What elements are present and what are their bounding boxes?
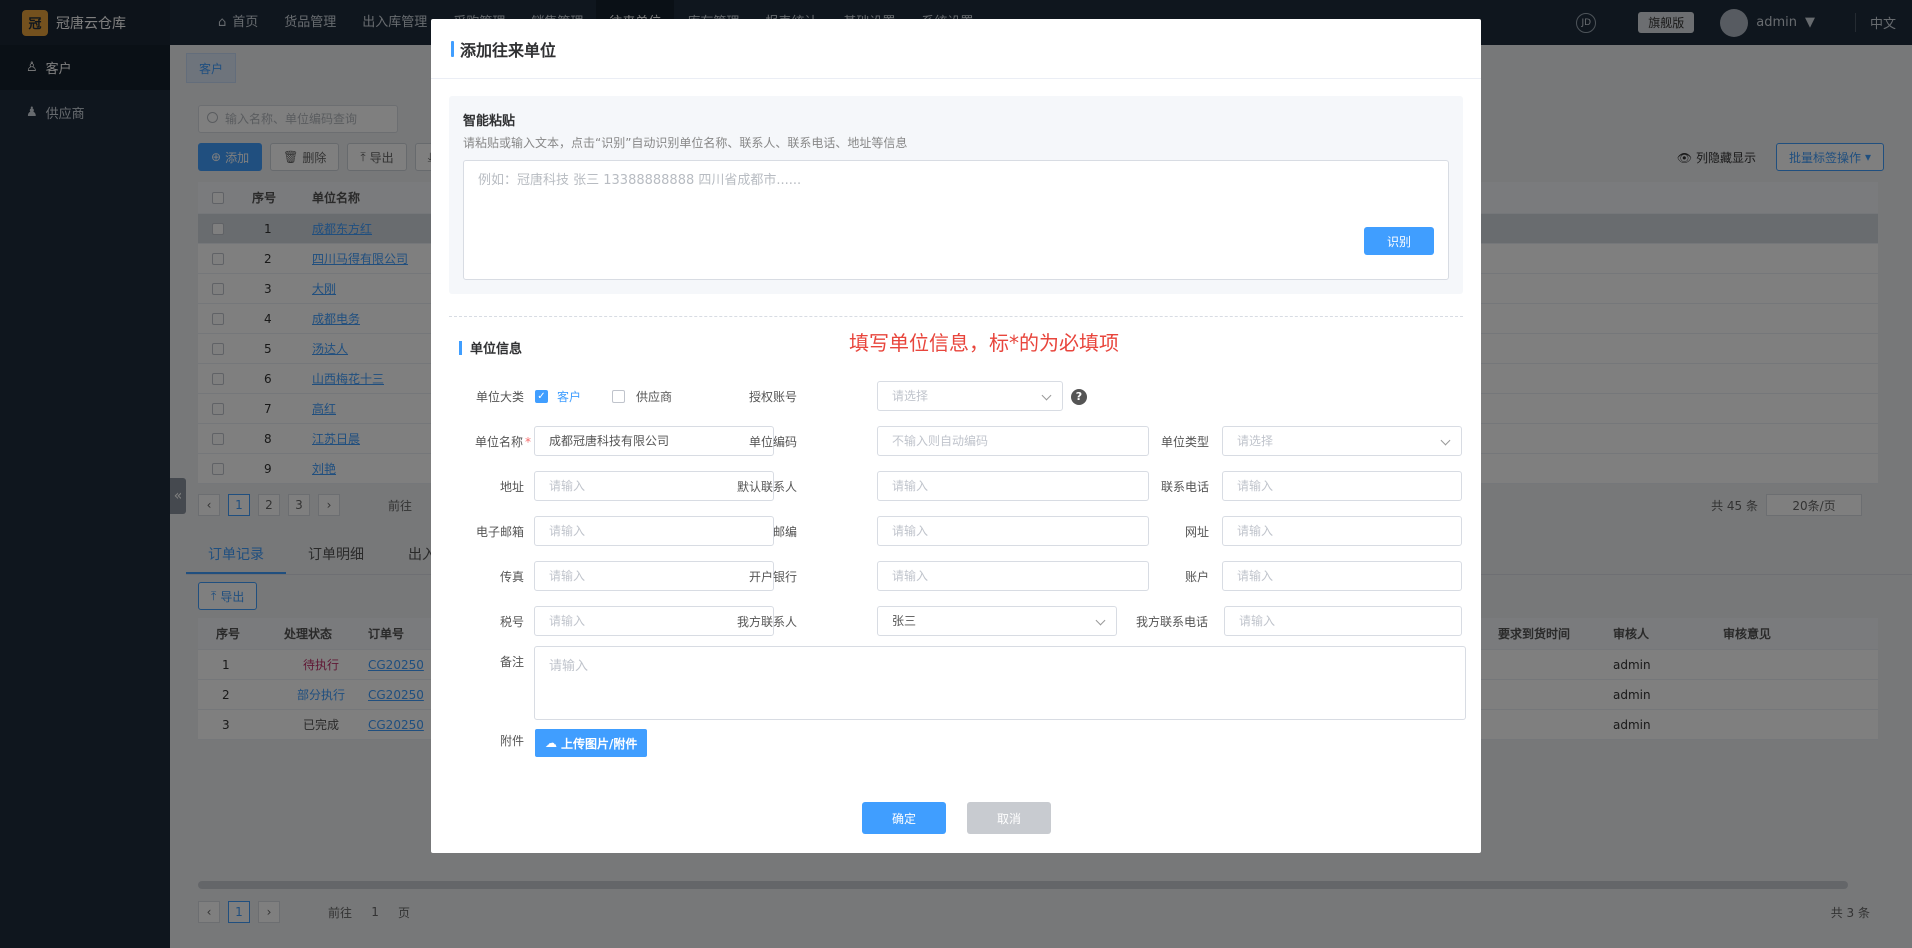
dialog-header: 添加往来单位 (431, 19, 1481, 79)
unit-type-select[interactable]: 请选择 (1222, 426, 1462, 456)
recognize-button[interactable]: 识别 (1364, 227, 1434, 255)
smart-paste-panel: 智能粘贴 请粘贴或输入文本，点击“识别”自动识别单位名称、联系人、联系电话、地址… (449, 96, 1463, 294)
app-root: { "app": {"name": "冠唐云仓库", "logo_glyph":… (0, 0, 1912, 948)
form-row-4: 电子邮箱 请输入 邮编 请输入 网址 请输入 (431, 516, 1481, 548)
customer-checkbox[interactable]: ✓ (535, 390, 548, 403)
divider (449, 316, 1463, 317)
website-input[interactable]: 请输入 (1222, 516, 1462, 546)
form-row-5: 传真 请输入 开户银行 请输入 账户 请输入 (431, 561, 1481, 593)
confirm-button[interactable]: 确定 (862, 802, 946, 834)
default-contact-input[interactable]: 请输入 (877, 471, 1149, 501)
upload-attachment-button[interactable]: ☁ 上传图片/附件 (535, 729, 648, 757)
our-phone-input[interactable]: 请输入 (1224, 606, 1462, 636)
section-title: 单位信息 (459, 338, 522, 357)
remark-textarea[interactable]: 请输入 (534, 646, 1466, 720)
form-row-3: 地址 请输入 默认联系人 请输入 联系电话 请输入 (431, 471, 1481, 503)
auth-account-select[interactable]: 请选择 (877, 381, 1063, 411)
zip-input[interactable]: 请输入 (877, 516, 1149, 546)
our-contact-select[interactable]: 张三 (877, 606, 1117, 636)
form-row-1: 单位大类 ✓ 客户 供应商 授权账号 请选择 ? (431, 381, 1481, 413)
help-icon[interactable]: ? (1071, 389, 1087, 405)
unit-code-input[interactable]: 不输入则自动编码 (877, 426, 1149, 456)
dialog-title: 添加往来单位 (460, 40, 557, 60)
required-hint: 填写单位信息，标*的为必填项 (849, 331, 1119, 355)
phone-input[interactable]: 请输入 (1222, 471, 1462, 501)
smart-paste-desc: 请粘贴或输入文本，点击“识别”自动识别单位名称、联系人、联系电话、地址等信息 (463, 136, 908, 150)
form-row-2: 单位名称 * 成都冠唐科技有限公司 单位编码 不输入则自动编码 单位类型 请选择 (431, 426, 1481, 458)
smart-paste-textarea[interactable]: 例如：冠唐科技 张三 13388888888 四川省成都市...... 识别 (463, 160, 1449, 280)
smart-paste-title: 智能粘贴 (463, 114, 516, 129)
form-row-6: 税号 请输入 我方联系人 张三 我方联系电话 请输入 (431, 606, 1481, 638)
cancel-button[interactable]: 取消 (967, 802, 1051, 834)
add-partner-dialog: 添加往来单位 智能粘贴 请粘贴或输入文本，点击“识别”自动识别单位名称、联系人、… (431, 19, 1481, 853)
bank-input[interactable]: 请输入 (877, 561, 1149, 591)
cloud-upload-icon: ☁ (545, 736, 557, 750)
supplier-checkbox[interactable] (612, 390, 625, 403)
account-input[interactable]: 请输入 (1222, 561, 1462, 591)
